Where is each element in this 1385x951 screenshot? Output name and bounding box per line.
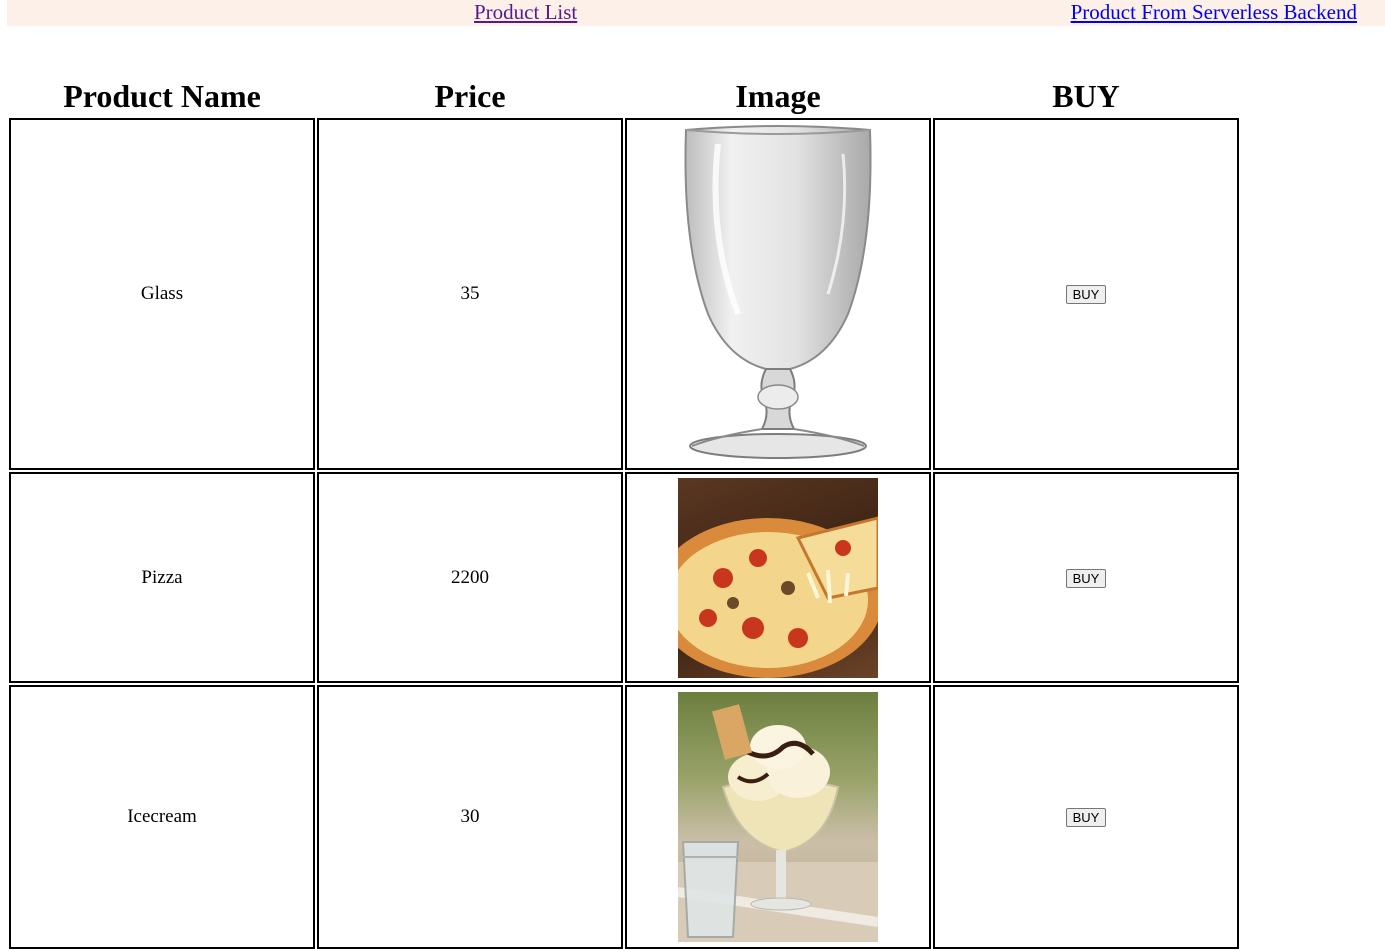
price-cell: 35 <box>317 118 623 470</box>
buy-cell: BUY <box>933 118 1239 470</box>
price-cell: 2200 <box>317 472 623 683</box>
buy-cell: BUY <box>933 685 1239 949</box>
header-buy: BUY <box>1052 77 1120 114</box>
product-name-cell: Icecream <box>9 685 315 949</box>
top-nav: Product List Product From Serverless Bac… <box>7 0 1385 26</box>
table-row: Pizza 2200 BUY <box>9 472 1239 683</box>
image-cell <box>625 118 931 470</box>
table-header-row: Product Name Price Image BUY <box>9 76 1239 116</box>
image-cell <box>625 685 931 949</box>
product-name-cell: Glass <box>9 118 315 470</box>
icecream-image <box>678 692 878 942</box>
product-list-link[interactable]: Product List <box>474 0 577 25</box>
buy-cell: BUY <box>933 472 1239 683</box>
table-row: Icecream 30 BUY <box>9 685 1239 949</box>
buy-button[interactable]: BUY <box>1065 808 1107 827</box>
buy-button[interactable]: BUY <box>1065 285 1107 304</box>
header-image: Image <box>735 77 821 114</box>
product-name-cell: Pizza <box>9 472 315 683</box>
pizza-image <box>678 477 878 678</box>
image-cell <box>625 472 931 683</box>
products-table: Product Name Price Image BUY Glass 35 BU… <box>7 74 1241 951</box>
table-row: Glass 35 BUY <box>9 118 1239 470</box>
serverless-backend-link[interactable]: Product From Serverless Backend <box>1071 0 1357 25</box>
buy-button[interactable]: BUY <box>1065 568 1107 588</box>
header-price: Price <box>434 77 506 114</box>
header-product-name: Product Name <box>63 77 261 114</box>
glass-image <box>684 125 872 459</box>
price-cell: 30 <box>317 685 623 949</box>
